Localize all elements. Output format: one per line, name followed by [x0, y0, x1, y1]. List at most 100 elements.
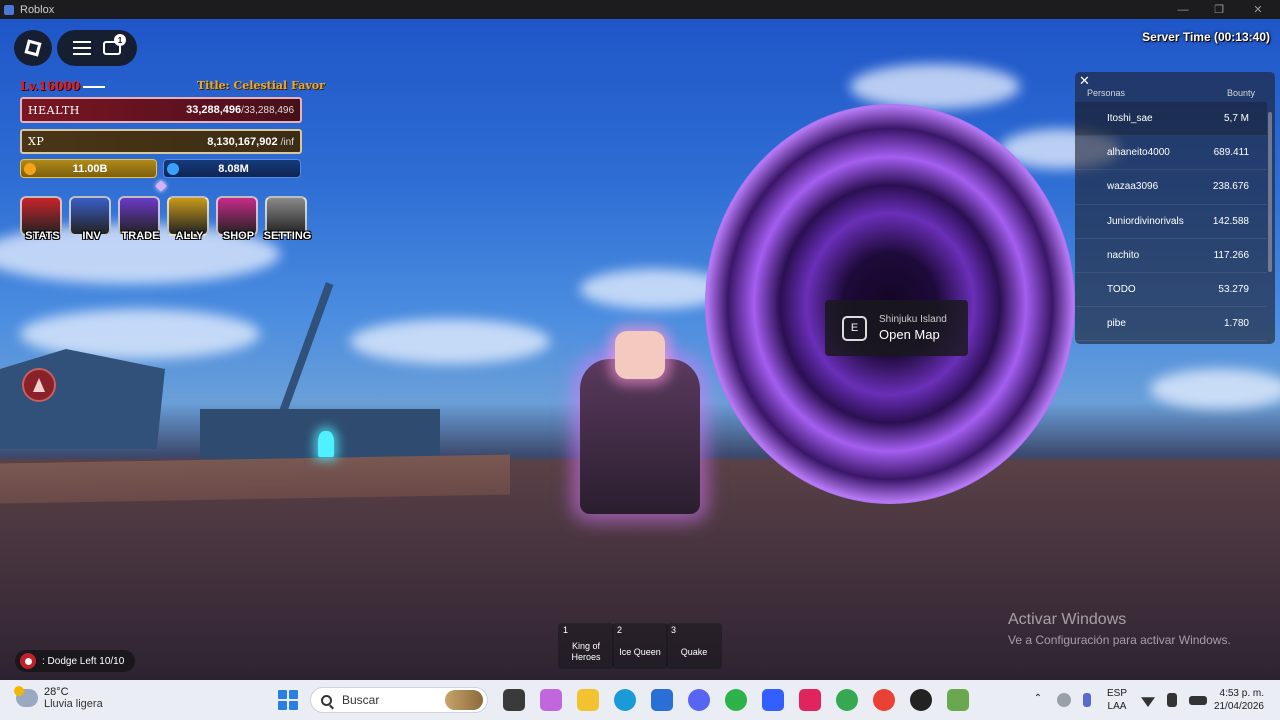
search-placeholder: Buscar [342, 693, 380, 707]
chrome-alt-icon[interactable] [873, 689, 895, 711]
player-bounty: 5,7 M [1223, 113, 1249, 125]
compass-arrow-icon [33, 378, 45, 392]
level-divider [83, 86, 105, 88]
keybind-e: E [842, 315, 867, 341]
gold-amount: 11.00B [72, 162, 108, 175]
clock-time: 4:53 p. m. [1219, 688, 1264, 699]
slot-number: 1 [563, 625, 569, 635]
compass-button[interactable] [22, 368, 56, 402]
maximize-button[interactable]: ❐ [1201, 0, 1237, 19]
chevron-up-icon[interactable]: ⌃ [1031, 693, 1045, 707]
leaderboard-row[interactable]: nachito 117.266 [1075, 239, 1267, 273]
ally-button[interactable]: ALLY [167, 196, 210, 246]
leaderboard-row[interactable]: wazaa3096 238.676 [1075, 170, 1267, 205]
slot-name: Heroes [571, 652, 601, 662]
player-name: Itoshi_sae [1107, 113, 1153, 125]
hotbar-slot-2[interactable]: 2 Ice Queen [612, 623, 668, 669]
shipwreck [0, 349, 165, 449]
xp-bar: XP 8,130,167,902 /inf [20, 129, 302, 154]
roblox-icon[interactable] [762, 689, 784, 711]
windows-start-icon[interactable] [278, 690, 298, 710]
battery-icon[interactable] [1189, 695, 1208, 705]
player-bounty: 689.411 [1213, 147, 1249, 159]
player-bounty: 1.780 [1223, 318, 1249, 330]
roblox-menu-button[interactable] [14, 30, 52, 66]
ship-mast [274, 282, 334, 426]
xp-label: XP [28, 135, 45, 148]
shop-button[interactable]: SHOP [216, 196, 259, 246]
gold-counter: 11.00B [20, 159, 157, 178]
slot-name: King of [571, 641, 601, 651]
player-name: pibe [1107, 318, 1126, 330]
taskbar-search[interactable]: Buscar [310, 687, 488, 713]
hamburger-menu-icon[interactable] [73, 41, 91, 55]
activation-subtitle: Ve a Configuración para activar Windows. [1008, 633, 1231, 647]
discord-icon[interactable] [688, 689, 710, 711]
xp-current: 8,130,167,902 [207, 135, 278, 148]
inventory-button[interactable]: INV [69, 196, 112, 246]
search-highlight-image [445, 690, 483, 710]
language-indicator[interactable]: ESP LAA [1107, 687, 1127, 713]
edge-icon[interactable] [614, 689, 636, 711]
microphone-icon[interactable] [1083, 693, 1091, 707]
health-bar: HEALTH 33,288,496/33,288,496 [20, 97, 302, 123]
weather-widget[interactable]: 28°C Lluvia ligera [14, 686, 103, 710]
file-explorer-icon[interactable] [577, 689, 599, 711]
setting-label: SETTING [263, 230, 312, 242]
leaderboard-row[interactable]: Juniordivinorivals 142.588 [1075, 205, 1267, 239]
player-name: nachito [1107, 249, 1140, 261]
clock[interactable]: 4:53 p. m. 21/04/2026 [1214, 687, 1264, 713]
player-bounty: 117.266 [1213, 249, 1249, 261]
xp-max: /inf [280, 136, 294, 148]
copilot-icon[interactable] [540, 689, 562, 711]
close-window-button[interactable]: ✕ [1240, 0, 1276, 19]
system-tray: ⌃ ESP LAA [1025, 680, 1213, 720]
search-icon [321, 694, 332, 706]
roblox-app-icon [4, 4, 14, 15]
crystal-pickup[interactable] [318, 431, 334, 457]
window-title: Roblox [20, 3, 55, 16]
weather-icon [14, 686, 38, 707]
chrome-icon[interactable] [725, 689, 747, 711]
slot-number: 2 [617, 625, 623, 635]
leaderboard-row[interactable]: pibe 1.780 [1075, 307, 1267, 342]
cloud [350, 319, 550, 364]
player-name: alhaneito4000 [1107, 147, 1170, 159]
character-head [615, 331, 665, 379]
minecraft-icon[interactable] [947, 689, 969, 711]
windows-activation-watermark: Activar Windows Ve a Configuración para … [1008, 611, 1231, 647]
dodge-counter: : Dodge Left 10/10 [15, 650, 135, 672]
leaderboard-col-value: Bounty [1226, 88, 1255, 98]
chat-icon[interactable]: 1 [103, 34, 126, 55]
leaderboard-row[interactable]: TODO 53.279 [1075, 273, 1267, 308]
minimize-button[interactable]: — [1165, 0, 1201, 19]
stats-button[interactable]: STATS [20, 196, 63, 246]
store-icon[interactable] [651, 689, 673, 711]
hotbar-slot-1[interactable]: 1 King of Heroes [558, 623, 614, 669]
leaderboard-row[interactable]: alhaneito4000 689.411 [1075, 136, 1267, 171]
close-icon[interactable]: ✕ [1079, 73, 1090, 89]
menu-chat-pill: 1 [57, 30, 137, 66]
wifi-icon[interactable] [1141, 697, 1156, 707]
cloud [20, 309, 260, 359]
gems-counter: 8.08M [163, 159, 301, 178]
setting-button[interactable]: SETTING [264, 196, 311, 246]
security-icon[interactable] [1057, 693, 1071, 707]
slot-name: Ice Queen [619, 647, 661, 657]
chrome-profile-icon[interactable] [836, 689, 858, 711]
chat-badge: 1 [114, 34, 126, 46]
obs-icon[interactable] [910, 689, 932, 711]
taskbar: 28°C Lluvia ligera Buscar ⌃ ESP LAA 4:53… [0, 680, 1280, 720]
leaderboard-scrollbar[interactable] [1268, 112, 1272, 272]
volume-icon[interactable] [1167, 693, 1178, 707]
player-character [560, 319, 720, 524]
tiktok-icon[interactable] [799, 689, 821, 711]
trade-button[interactable]: TRADE [118, 196, 161, 246]
player-level: Lv.16000 [20, 79, 81, 93]
weather-condition: Lluvia ligera [44, 698, 103, 710]
task-view-icon[interactable] [503, 689, 525, 711]
leaderboard-row[interactable]: Itoshi_sae 5,7 M [1075, 102, 1267, 137]
player-bounty: 142.588 [1212, 215, 1249, 227]
open-map-prompt[interactable]: E Shinjuku Island Open Map [825, 300, 968, 356]
hotbar-slot-3[interactable]: 3 Quake [666, 623, 722, 669]
